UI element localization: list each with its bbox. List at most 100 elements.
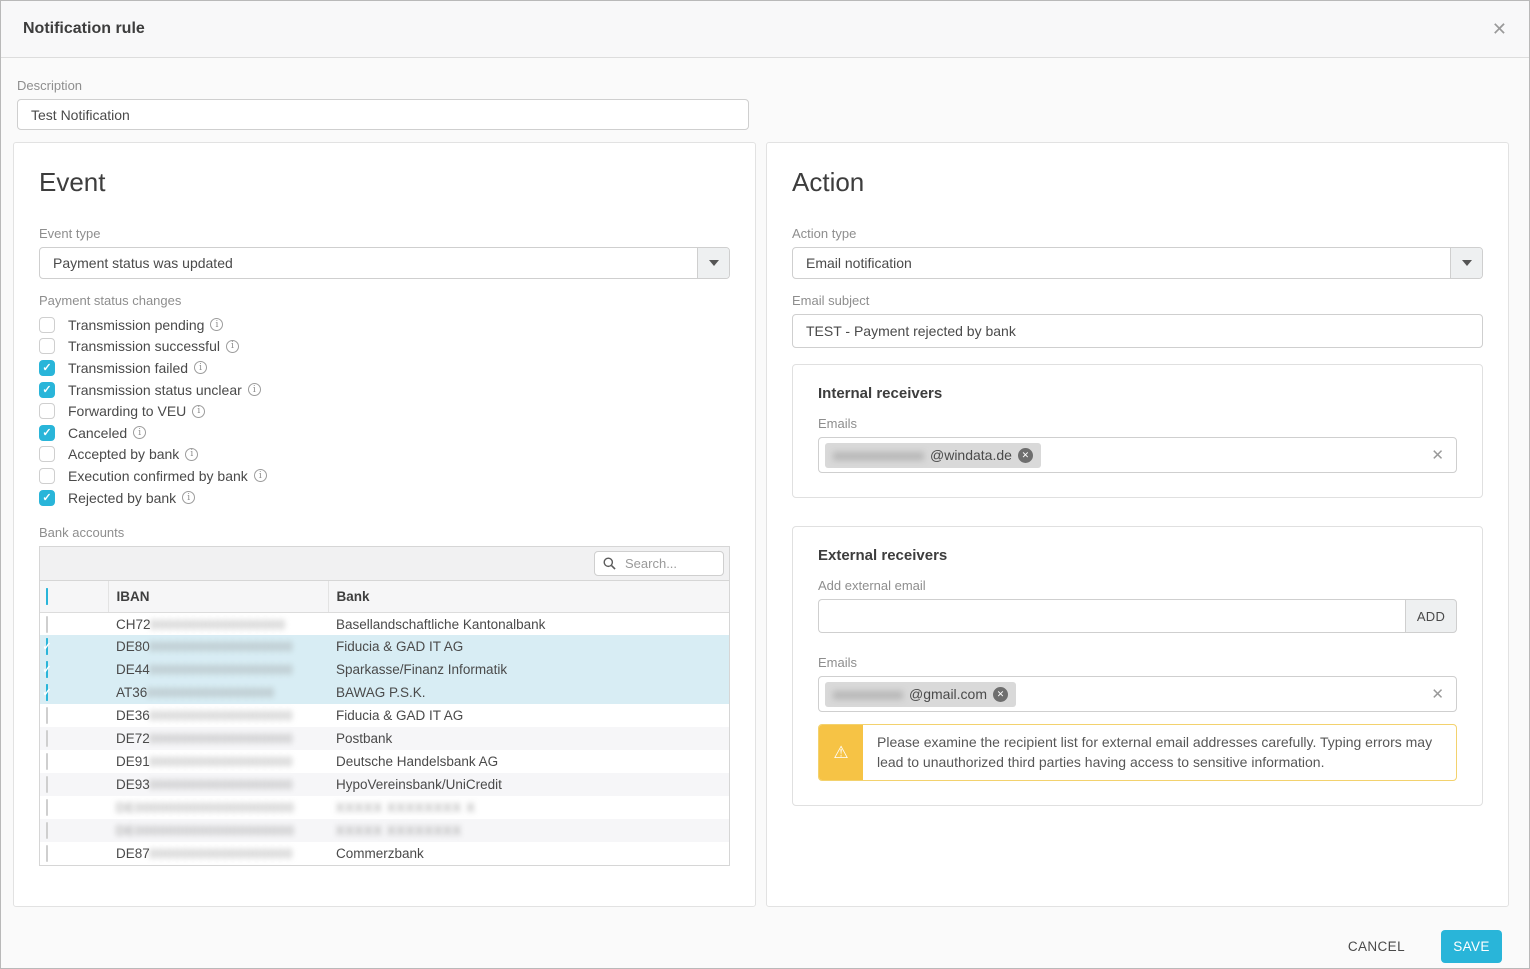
search-box[interactable]	[594, 551, 724, 576]
checkbox-icon[interactable]	[39, 446, 55, 462]
column-header-iban[interactable]: IBAN	[108, 581, 328, 612]
row-checkbox-cell	[40, 658, 108, 681]
iban-prefix: DE91	[116, 754, 150, 769]
table-header-row: IBAN Bank	[40, 581, 729, 612]
dialog-footer: CANCEL SAVE	[1, 919, 1529, 969]
table-toolbar	[40, 547, 729, 581]
iban-prefix: DE93	[116, 777, 150, 792]
iban-masked: 000000000000000000	[150, 755, 293, 769]
iban-masked: 000000000000000000	[150, 709, 293, 723]
bank-account-row[interactable]: CH7200000000000000000Basellandschaftlich…	[40, 612, 729, 635]
event-panel-title: Event	[39, 167, 730, 198]
email-masked-name: xxxxxxxxxxxxx	[833, 447, 924, 463]
bank-account-row[interactable]: DE87000000000000000000Commerzbank	[40, 842, 729, 865]
bank-account-row[interactable]: DE80000000000000000000Fiducia & GAD IT A…	[40, 635, 729, 658]
payment-status-option[interactable]: Transmission successfuli	[39, 336, 730, 358]
bank-masked: XXXXX XXXXXXXX	[336, 824, 462, 838]
bank-account-row[interactable]: AT360000000000000000BAWAG P.S.K.	[40, 681, 729, 704]
action-type-dropdown-button[interactable]	[1450, 248, 1482, 278]
iban-masked: 000000000000000000	[150, 847, 293, 861]
iban-masked: 000000000000000000	[150, 778, 293, 792]
bank-account-row[interactable]: DE72000000000000000000Postbank	[40, 727, 729, 750]
bank-cell: Commerzbank	[328, 842, 729, 865]
chip-remove-icon[interactable]: ✕	[1018, 448, 1033, 463]
payment-status-option[interactable]: Transmission failedi	[39, 357, 730, 379]
payment-status-option[interactable]: Rejected by banki	[39, 487, 730, 509]
event-type-value: Payment status was updated	[40, 248, 697, 278]
checkbox-icon[interactable]	[39, 382, 55, 398]
row-checkbox[interactable]	[46, 661, 48, 678]
bank-accounts-label: Bank accounts	[39, 525, 730, 540]
description-input[interactable]	[17, 99, 749, 130]
add-button[interactable]: ADD	[1405, 599, 1457, 633]
bank-account-row[interactable]: DE44000000000000000000Sparkasse/Finanz I…	[40, 658, 729, 681]
iban-masked: 000000000000000000	[150, 663, 293, 677]
payment-status-option[interactable]: Transmission pendingi	[39, 314, 730, 336]
checkbox-icon[interactable]	[39, 338, 55, 354]
info-icon: i	[210, 318, 223, 331]
email-subject-input[interactable]	[792, 314, 1483, 348]
row-checkbox[interactable]	[46, 707, 48, 724]
row-checkbox[interactable]	[46, 730, 48, 747]
action-panel: Action Action type Email notification Em…	[766, 142, 1509, 907]
internal-emails-field[interactable]: xxxxxxxxxxxxx@windata.de✕ ✕	[818, 437, 1457, 473]
row-checkbox-cell	[40, 750, 108, 773]
checkbox-icon[interactable]	[39, 317, 55, 333]
clear-icon[interactable]: ✕	[1431, 448, 1444, 463]
bank-account-row[interactable]: DE91000000000000000000 Deutsche Handelsba…	[40, 750, 729, 773]
search-input[interactable]	[623, 555, 715, 572]
iban-cell: DE00000000000000000000	[108, 819, 328, 842]
add-external-email-input[interactable]	[818, 599, 1405, 633]
row-checkbox[interactable]	[46, 799, 48, 816]
payment-status-option[interactable]: Forwarding to VEUi	[39, 400, 730, 422]
payment-status-option[interactable]: Execution confirmed by banki	[39, 465, 730, 487]
event-type-select[interactable]: Payment status was updated	[39, 247, 730, 279]
checkbox-icon[interactable]	[39, 490, 55, 506]
event-panel: Event Event type Payment status was upda…	[13, 142, 756, 907]
row-checkbox[interactable]	[46, 684, 48, 701]
bank-account-row[interactable]: DE00000000000000000000XXXXX XXXXXXXX X	[40, 796, 729, 819]
payment-status-option[interactable]: Accepted by banki	[39, 444, 730, 466]
checkbox-icon[interactable]	[39, 403, 55, 419]
column-header-bank[interactable]: Bank	[328, 581, 729, 612]
email-chip[interactable]: xxxxxxxxxx@gmail.com✕	[825, 682, 1016, 707]
info-icon: i	[133, 426, 146, 439]
event-type-dropdown-button[interactable]	[697, 248, 729, 278]
bank-account-row[interactable]: DE36000000000000000000Fiducia & GAD IT A…	[40, 704, 729, 727]
dialog-header: Notification rule ✕	[1, 1, 1529, 58]
row-checkbox[interactable]	[46, 753, 48, 770]
external-emails-field[interactable]: xxxxxxxxxx@gmail.com✕ ✕	[818, 676, 1457, 712]
row-checkbox[interactable]	[46, 776, 48, 793]
bank-account-row[interactable]: DE00000000000000000000 XXXXX XXXXXXXX	[40, 819, 729, 842]
row-checkbox[interactable]	[46, 822, 48, 839]
info-icon: i	[192, 405, 205, 418]
select-all-checkbox[interactable]	[46, 588, 48, 605]
status-label: Execution confirmed by bank	[68, 468, 248, 484]
bank-cell: Deutsche Handelsbank AG	[328, 750, 729, 773]
row-checkbox[interactable]	[46, 638, 48, 655]
cancel-button[interactable]: CANCEL	[1342, 938, 1411, 955]
bank-cell: Postbank	[328, 727, 729, 750]
checkbox-icon[interactable]	[39, 425, 55, 441]
email-chip[interactable]: xxxxxxxxxxxxx@windata.de✕	[825, 443, 1041, 468]
email-masked-name: xxxxxxxxxx	[833, 686, 903, 702]
payment-status-option[interactable]: Canceled i	[39, 422, 730, 444]
chip-remove-icon[interactable]: ✕	[993, 687, 1008, 702]
status-label: Canceled	[68, 425, 127, 441]
payment-status-option[interactable]: Transmission status uncleari	[39, 379, 730, 401]
status-label: Rejected by bank	[68, 490, 176, 506]
row-checkbox-cell	[40, 681, 108, 704]
bank-account-row[interactable]: DE93000000000000000000HypoVereinsbank/Un…	[40, 773, 729, 796]
close-icon[interactable]: ✕	[1492, 20, 1507, 38]
checkbox-icon[interactable]	[39, 468, 55, 484]
clear-icon[interactable]: ✕	[1431, 687, 1444, 702]
checkbox-icon[interactable]	[39, 360, 55, 376]
row-checkbox[interactable]	[46, 845, 48, 862]
info-icon: i	[194, 361, 207, 374]
iban-cell: DE80000000000000000000	[108, 635, 328, 658]
iban-masked: 00000000000000000	[151, 618, 286, 632]
action-type-select[interactable]: Email notification	[792, 247, 1483, 279]
save-button[interactable]: SAVE	[1441, 930, 1502, 963]
search-icon	[603, 557, 616, 570]
row-checkbox[interactable]	[46, 616, 48, 633]
